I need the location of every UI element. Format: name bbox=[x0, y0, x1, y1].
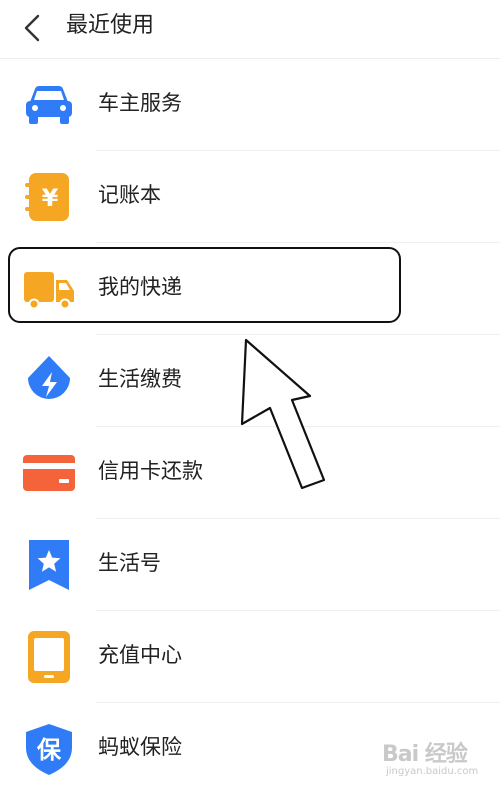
list-item-recharge-center[interactable]: 充值中心 bbox=[0, 611, 500, 703]
back-arrow-icon[interactable] bbox=[16, 11, 50, 45]
list-item-car-service[interactable]: 车主服务 bbox=[0, 59, 500, 151]
svg-text:保: 保 bbox=[36, 736, 62, 764]
pointer-arrow-icon bbox=[240, 338, 326, 490]
watermark-subtext: jingyan.baidu.com bbox=[386, 766, 479, 777]
page-title: 最近使用 bbox=[66, 13, 155, 38]
utility-bill-icon bbox=[28, 356, 70, 399]
ledger-icon: ¥ bbox=[25, 173, 69, 221]
credit-card-icon bbox=[23, 455, 75, 491]
star-bookmark-icon bbox=[29, 540, 69, 590]
header: 最近使用 bbox=[0, 0, 500, 59]
list-item-ledger[interactable]: ¥ 记账本 bbox=[0, 151, 500, 243]
svg-text:¥: ¥ bbox=[42, 184, 59, 212]
item-label: 记账本 bbox=[98, 183, 161, 207]
tablet-icon bbox=[28, 631, 70, 683]
item-label: 充值中心 bbox=[98, 643, 182, 667]
list-item-life-account[interactable]: 生活号 bbox=[0, 519, 500, 611]
baidu-jingyan-watermark: Bai 经验 jingyan.baidu.com bbox=[378, 732, 496, 782]
item-label: 信用卡还款 bbox=[98, 459, 203, 483]
item-label: 生活号 bbox=[98, 551, 161, 575]
item-label: 蚂蚁保险 bbox=[98, 735, 182, 759]
insurance-shield-icon: 保 bbox=[26, 724, 72, 775]
item-label: 生活缴费 bbox=[98, 367, 182, 391]
highlight-box bbox=[8, 247, 401, 323]
car-icon bbox=[26, 86, 72, 124]
item-label: 车主服务 bbox=[98, 91, 182, 115]
watermark-text: Bai 经验 bbox=[382, 742, 468, 767]
